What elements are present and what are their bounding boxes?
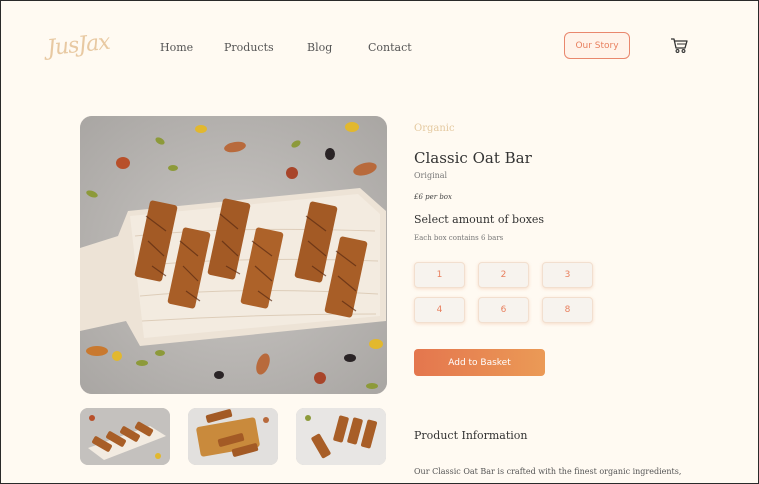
product-price: £6 per box [414,193,452,201]
product-thumbnail-3[interactable] [296,408,386,465]
product-thumbnail-2[interactable] [188,408,278,465]
product-variant: Original [414,171,448,180]
add-to-basket-button[interactable]: Add to Basket [414,349,545,376]
product-thumbnail-1[interactable] [80,408,170,465]
product-information-text: Our Classic Oat Bar is crafted with the … [414,467,682,476]
quantity-option-2[interactable]: 2 [478,262,529,288]
quantity-option-6[interactable]: 6 [478,297,529,323]
our-story-button[interactable]: Our Story [564,32,630,59]
quantity-option-3[interactable]: 3 [542,262,593,288]
nav-item-blog[interactable]: Blog [307,41,332,54]
quantity-option-4[interactable]: 4 [414,297,465,323]
product-main-image [80,116,387,394]
nav-item-products[interactable]: Products [224,41,274,54]
product-category: Organic [414,123,455,134]
quantity-option-8[interactable]: 8 [542,297,593,323]
box-contents-note: Each box contains 6 bars [414,234,504,242]
nav-item-contact[interactable]: Contact [368,41,412,54]
brand-logo[interactable]: JusJax [46,30,111,61]
product-information-heading: Product Information [414,429,528,442]
product-title: Classic Oat Bar [414,149,532,167]
quantity-option-1[interactable]: 1 [414,262,465,288]
nav-item-home[interactable]: Home [160,41,193,54]
select-boxes-heading: Select amount of boxes [414,213,545,226]
shopping-cart-icon[interactable] [670,37,688,54]
